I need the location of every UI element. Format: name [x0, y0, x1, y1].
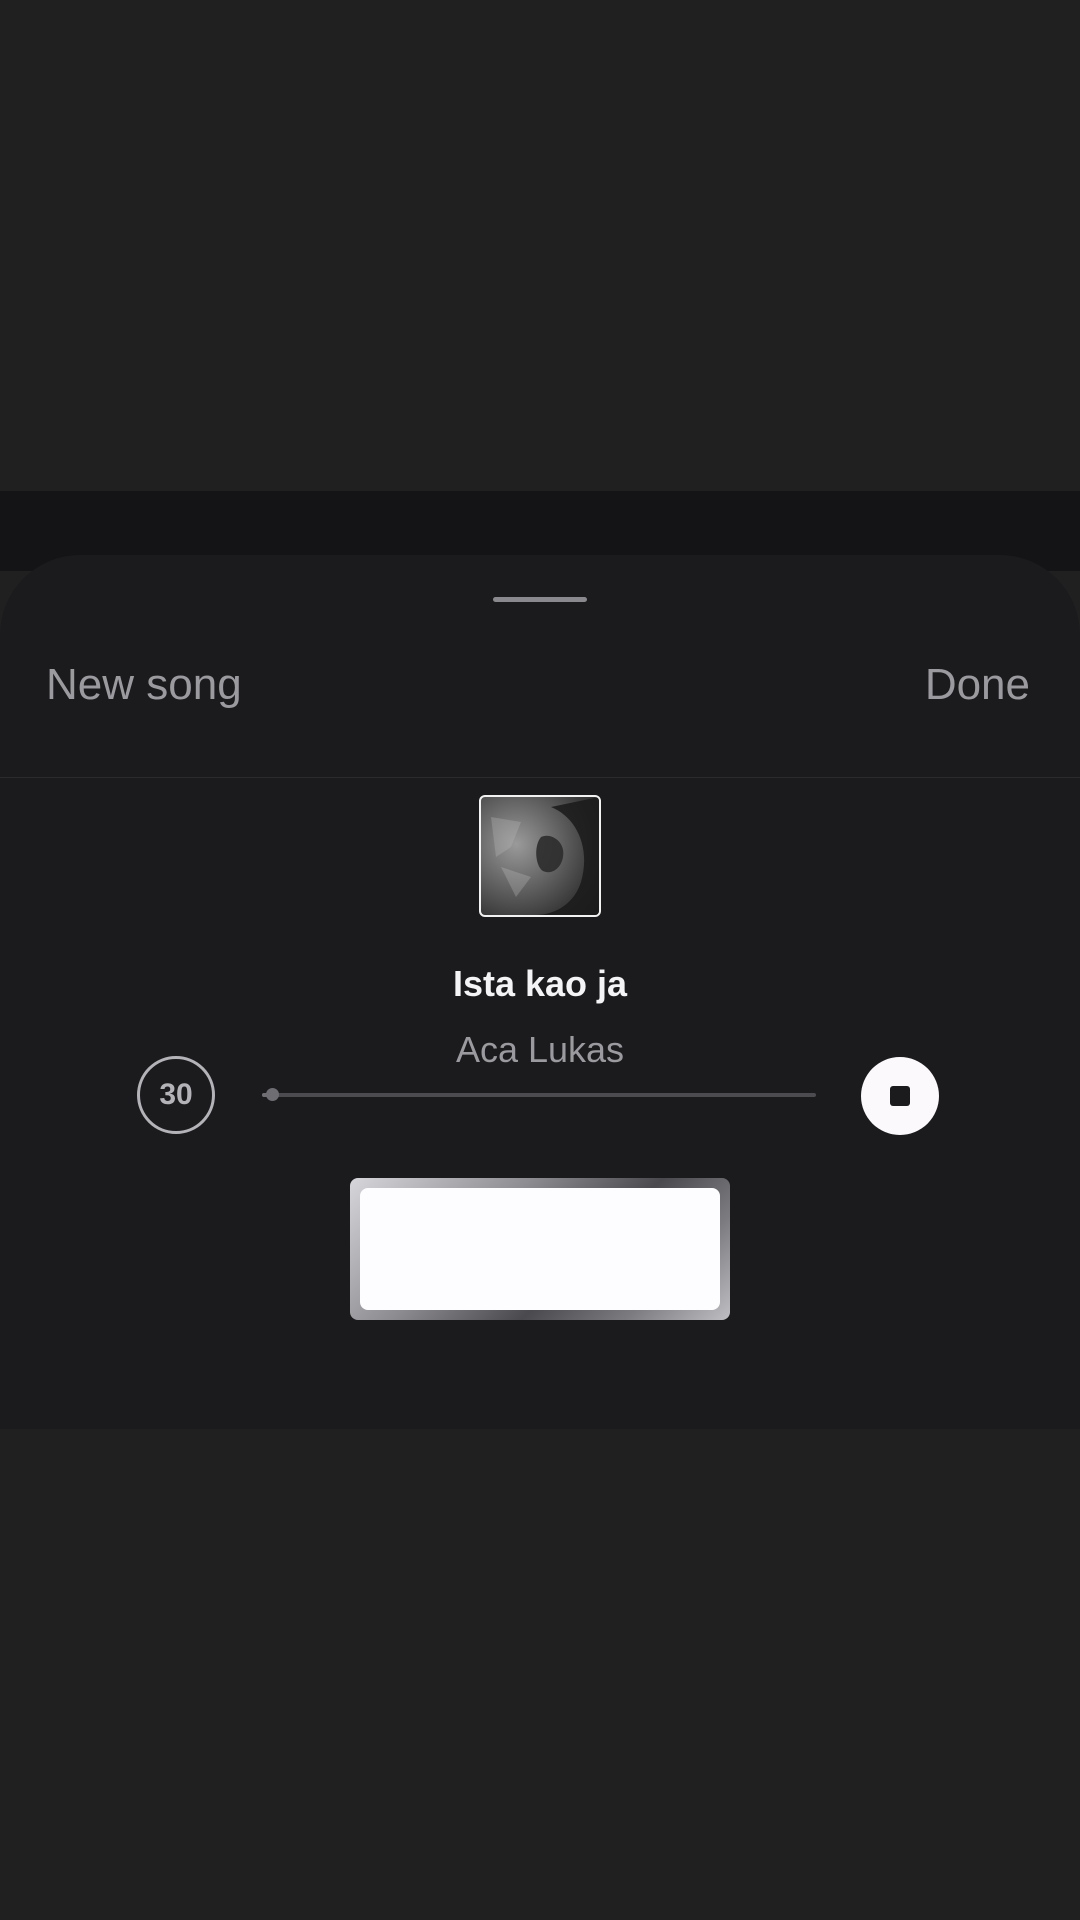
scrubber-thumb[interactable]: [265, 1088, 279, 1101]
stop-button[interactable]: [861, 1057, 939, 1135]
clip-duration-button[interactable]: 30: [137, 1056, 215, 1134]
story-canvas-top: [0, 0, 1080, 491]
song-scrubber[interactable]: [262, 1088, 816, 1101]
album-cover-image: [479, 795, 601, 917]
new-song-button[interactable]: New song: [46, 663, 242, 707]
story-canvas-bottom: [0, 1429, 1080, 1920]
clip-duration-label: 30: [159, 1078, 193, 1111]
drag-handle[interactable]: [493, 597, 587, 602]
music-sticker-preview[interactable]: [350, 1178, 730, 1320]
sticker-preview-card: [360, 1188, 720, 1310]
song-title: Ista kao ja: [452, 963, 628, 1004]
music-bottom-sheet: New song Done Ista kao ja Aca Lukas 30: [0, 555, 1080, 1429]
stop-icon: [890, 1086, 910, 1106]
done-button[interactable]: Done: [925, 663, 1030, 707]
header-divider: [0, 777, 1080, 778]
